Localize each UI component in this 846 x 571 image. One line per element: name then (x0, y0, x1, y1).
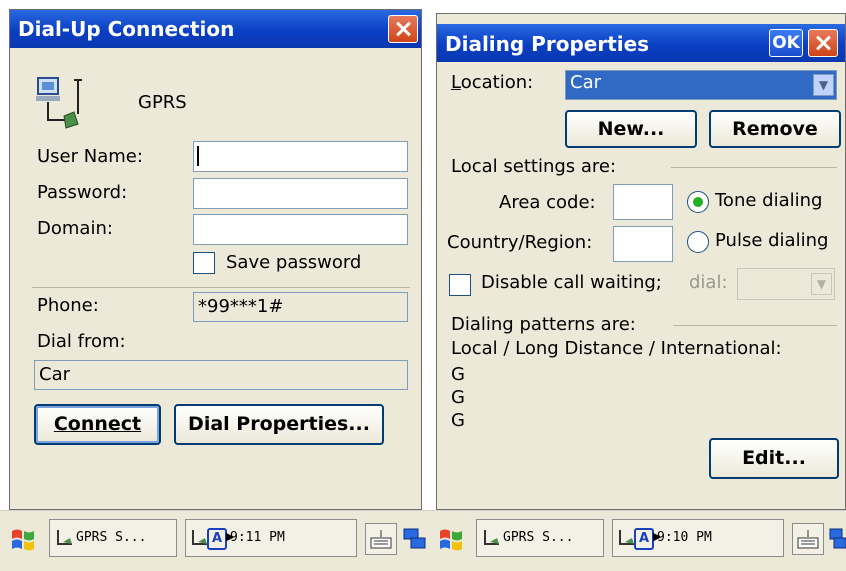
local-settings-label: Local settings are: (451, 156, 617, 177)
taskbar-task-label: GPRS S... (76, 530, 147, 545)
input-indicator-label: A (638, 531, 650, 546)
taskbar-task-label: GPRS S... (503, 530, 574, 545)
dial-from-label: Dial from: (37, 331, 126, 352)
connect-label: Connect (53, 413, 142, 435)
connect-button[interactable]: Connect (34, 404, 161, 445)
dialup-close-button[interactable] (388, 15, 418, 43)
dial-label: dial: (689, 272, 728, 293)
dialup-titlebar[interactable]: Dial-Up Connection (10, 10, 421, 48)
text-cursor (197, 146, 199, 166)
dialup-title: Dial-Up Connection (18, 17, 235, 41)
save-password-checkbox[interactable] (193, 252, 215, 274)
area-code-input[interactable] (613, 184, 673, 220)
separator (32, 287, 410, 288)
tone-dialing-label[interactable]: Tone dialing (715, 190, 822, 211)
dialing-patterns-label: Dialing patterns are: (451, 314, 636, 335)
save-password-label[interactable]: Save password (226, 252, 361, 273)
dialing-titlebar[interactable]: Dialing Properties OK (437, 24, 845, 62)
remove-label: Remove (732, 118, 818, 140)
input-indicator-icon[interactable]: A (207, 528, 227, 550)
edit-patterns-button[interactable]: Edit... (709, 438, 839, 479)
network-connection-icon (36, 77, 82, 129)
user-name-label: User Name: (37, 146, 143, 167)
dial-properties-button[interactable]: Dial Properties... (174, 404, 384, 445)
ok-button[interactable]: OK (769, 29, 803, 57)
separator (671, 167, 837, 168)
connection-name: GPRS (138, 92, 187, 113)
keyboard-icon[interactable] (365, 523, 397, 555)
domain-label: Domain: (37, 218, 113, 239)
start-windows-icon[interactable] (438, 527, 466, 553)
new-label: New... (597, 118, 665, 140)
pattern-local: G (451, 364, 465, 385)
clock-right: 9:10 PM (657, 530, 712, 545)
desktop-switch-icon[interactable] (828, 527, 846, 551)
tray-arrow-icon: ▶ (226, 530, 235, 543)
pulse-dialing-label[interactable]: Pulse dialing (715, 230, 828, 251)
disable-call-waiting-label[interactable]: Disable call waiting; (481, 272, 662, 293)
keyboard-icon[interactable] (792, 523, 824, 555)
password-input[interactable] (193, 178, 408, 209)
pattern-long-distance: G (451, 387, 465, 408)
location-select[interactable]: Car (565, 70, 837, 100)
area-code-label: Area code: (499, 192, 596, 213)
chevron-down-icon[interactable]: ▼ (813, 74, 834, 96)
input-indicator-label: A (211, 531, 223, 546)
patterns-header: Local / Long Distance / International: (451, 338, 782, 359)
taskbar: GPRS S... 9:11 PM A ▶ GPRS S... 9:10 PM … (0, 510, 846, 571)
phone-label: Phone: (37, 295, 99, 316)
location-value: Car (570, 72, 601, 93)
dialing-close-button[interactable] (808, 29, 838, 57)
dialing-title: Dialing Properties (445, 32, 650, 56)
dial-properties-label: Dial Properties... (188, 413, 370, 435)
dialup-connection-window: Dial-Up Connection GPRS User Name: Passw… (9, 9, 422, 510)
country-region-label: Country/Region: (447, 232, 593, 253)
country-region-input[interactable] (613, 226, 673, 262)
location-label-rest: ocation: (460, 72, 534, 93)
user-name-input[interactable] (193, 141, 408, 172)
location-label: Location: (451, 72, 534, 93)
input-indicator-icon[interactable]: A (634, 528, 654, 550)
connection-icon (57, 530, 72, 545)
tone-dialing-radio[interactable] (687, 191, 709, 213)
pulse-dialing-radio[interactable] (687, 231, 709, 253)
pattern-international: G (451, 410, 465, 431)
password-label: Password: (37, 182, 128, 203)
new-location-button[interactable]: New... (565, 110, 697, 148)
domain-input[interactable] (193, 214, 408, 245)
disable-call-waiting-checkbox[interactable] (449, 274, 471, 296)
start-windows-icon[interactable] (10, 527, 38, 553)
separator (673, 325, 837, 326)
desktop-switch-icon[interactable] (402, 527, 428, 551)
clock-left: 9:11 PM (230, 530, 285, 545)
remove-location-button[interactable]: Remove (709, 110, 841, 148)
connection-icon (484, 530, 499, 545)
phone-field: *99***1# (193, 292, 408, 322)
dialing-properties-window: Dialing Properties OK Location: Car ▼ Ne… (436, 13, 846, 510)
dial-from-field: Car (34, 360, 408, 390)
tray-arrow-icon: ▶ (653, 530, 662, 543)
edit-label: Edit... (742, 447, 806, 469)
chevron-down-icon[interactable]: ▼ (811, 273, 832, 295)
